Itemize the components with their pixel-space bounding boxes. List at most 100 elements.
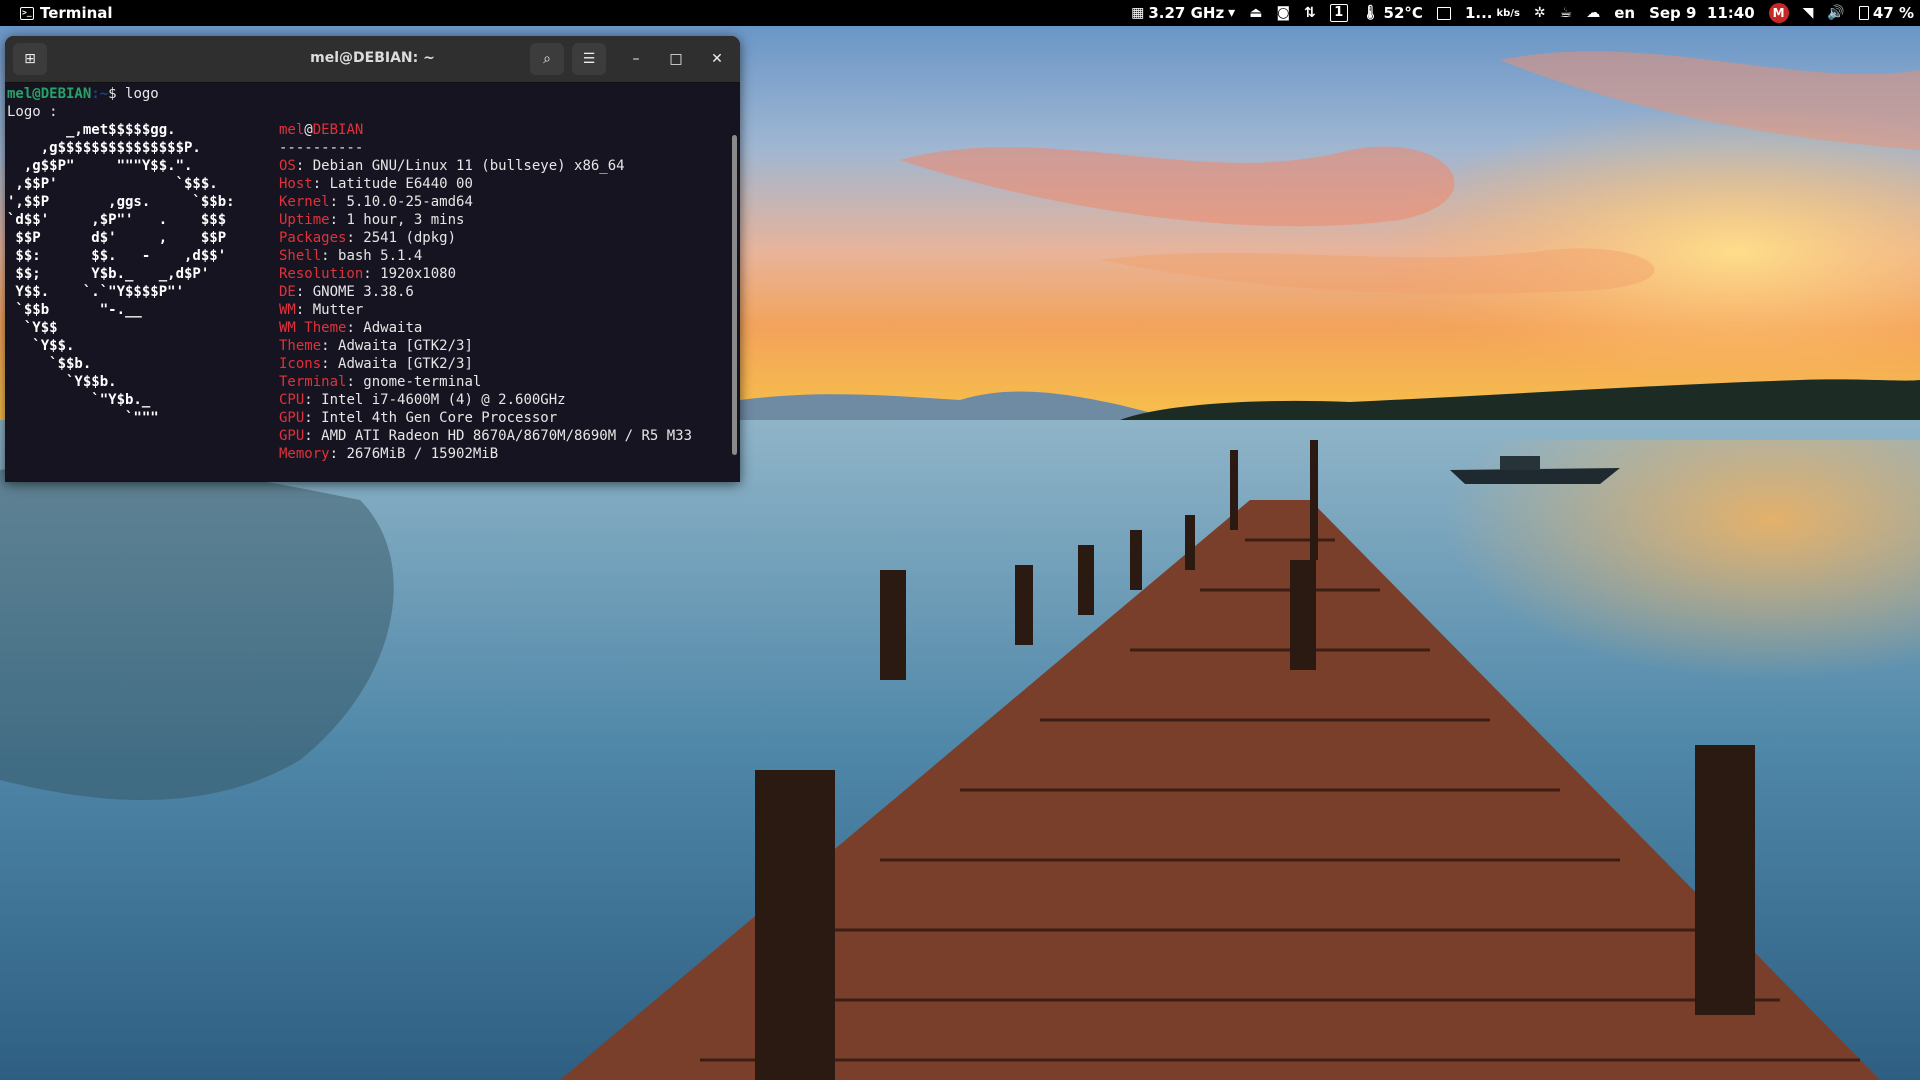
keyboard-layout-indicator[interactable]: en xyxy=(1614,4,1635,22)
menu-button[interactable]: ☰ xyxy=(572,43,606,75)
cpu-freq-indicator[interactable]: ▦ 3.27 GHz ▾ xyxy=(1131,4,1235,22)
info-value: GNOME 3.38.6 xyxy=(312,284,414,300)
ascii-line: ,g$$P" """Y$$.". xyxy=(7,158,193,174)
info-value: 5.10.0-25-amd64 xyxy=(346,194,473,210)
extension-icon[interactable]: ✲ xyxy=(1534,6,1546,20)
ascii-line: `"Y$b._ xyxy=(7,392,151,408)
info-value: 1920x1080 xyxy=(380,266,457,282)
info-key: Shell xyxy=(279,248,322,264)
mail-notification-icon[interactable]: M xyxy=(1768,3,1789,23)
network-transfer-icon[interactable]: ⇅ xyxy=(1304,6,1316,20)
info-row: GPU: AMD ATI Radeon HD 8670A/8670M/8690M… xyxy=(279,428,693,444)
ascii-line: `Y$$b. xyxy=(7,374,117,390)
info-row: OS: Debian GNU/Linux 11 (bullseye) x86_6… xyxy=(279,158,625,174)
ascii-line: `""" xyxy=(7,410,159,426)
battery-indicator[interactable]: 47 % xyxy=(1858,4,1914,22)
close-button[interactable]: ✕ xyxy=(705,48,729,70)
info-row: WM Theme: Adwaita xyxy=(279,320,423,336)
info-value: Adwaita [GTK2/3] xyxy=(338,338,473,354)
info-row: CPU: Intel i7-4600M (4) @ 2.600GHz xyxy=(279,392,566,408)
coffee-icon[interactable]: ☕ xyxy=(1560,6,1573,20)
cpu-freq-label: 3.27 GHz xyxy=(1148,4,1225,22)
info-value: AMD ATI Radeon HD 8670A/8670M/8690M / R5… xyxy=(321,428,693,444)
info-row: Kernel: 5.10.0-25-amd64 xyxy=(279,194,473,210)
eject-icon[interactable]: ⏏ xyxy=(1249,6,1262,20)
info-value: gnome-terminal xyxy=(363,374,482,390)
info-key: Theme xyxy=(279,338,322,354)
minimize-icon: – xyxy=(632,51,640,67)
status-area: ▦ 3.27 GHz ▾ ⏏ ◙ ⇅ 1 🌡 52°C 1... kb/s ✲ … xyxy=(1131,3,1914,23)
prompt-path: :~ xyxy=(91,86,109,102)
info-key: DE xyxy=(279,284,296,300)
info-row: Shell: bash 5.1.4 xyxy=(279,248,423,264)
scrollbar[interactable] xyxy=(732,135,737,455)
info-value: bash 5.1.4 xyxy=(338,248,423,264)
info-value: 2676MiB / 15902MiB xyxy=(346,446,499,462)
search-icon: ⌕ xyxy=(543,51,551,67)
terminal-app-icon: >_ xyxy=(20,6,34,20)
info-row: GPU: Intel 4th Gen Core Processor xyxy=(279,410,558,426)
new-tab-icon: ⊞ xyxy=(24,51,36,67)
info-value: Adwaita xyxy=(363,320,423,336)
terminal-titlebar[interactable]: ⊞ mel@DEBIAN: ~ ⌕ ☰ – □ ✕ xyxy=(5,36,740,83)
chevron-down-icon: ▾ xyxy=(1228,5,1236,21)
workspace-indicator[interactable]: 1 xyxy=(1329,4,1348,22)
app-menu[interactable]: >_ Terminal xyxy=(20,4,113,22)
terminal-content[interactable]: mel@DEBIAN:~$ logo Logo : _,met$$$$$gg. … xyxy=(5,83,740,482)
search-button[interactable]: ⌕ xyxy=(530,43,564,75)
ascii-line: $$; Y$b._ _,d$P' xyxy=(7,266,210,282)
prompt-line: mel@DEBIAN:~$ logo xyxy=(7,85,740,103)
info-key: GPU xyxy=(279,428,305,444)
hamburger-menu-icon: ☰ xyxy=(582,51,596,67)
info-key: Packages xyxy=(279,230,347,246)
prompt-user: mel@DEBIAN xyxy=(7,86,92,102)
ascii-line: ,$$P' `$$$. xyxy=(7,176,218,192)
info-row: Theme: Adwaita [GTK2/3] xyxy=(279,338,473,354)
debian-ascii-logo: _,met$$$$$gg. ,g$$$$$$$$$$$$$$$P. ,g$$P"… xyxy=(7,121,235,427)
maximize-button[interactable]: □ xyxy=(664,48,688,70)
clock[interactable]: Sep 9 11:40 xyxy=(1649,4,1755,22)
minimize-button[interactable]: – xyxy=(624,48,648,70)
ascii-line: Y$$. `.`"Y$$$$P"' xyxy=(7,284,185,300)
net-speed-indicator[interactable]: 1... kb/s xyxy=(1465,4,1520,22)
info-row: Memory: 2676MiB / 15902MiB xyxy=(279,446,499,462)
header-host: DEBIAN xyxy=(312,122,364,138)
ascii-line: `d$$' ,$P"' . $$$ xyxy=(7,212,227,228)
temperature-indicator[interactable]: 🌡 52°C xyxy=(1362,4,1423,22)
info-key: WM xyxy=(279,302,296,318)
info-value: Intel 4th Gen Core Processor xyxy=(321,410,558,426)
ascii-line: _,met$$$$$gg. xyxy=(7,122,176,138)
ascii-line: `$$b. xyxy=(7,356,92,372)
new-tab-button[interactable]: ⊞ xyxy=(13,43,47,75)
ascii-line: ,g$$$$$$$$$$$$$$$P. xyxy=(7,140,201,156)
ascii-line: ',$$P ,ggs. `$$b: xyxy=(7,194,235,210)
info-key: Terminal xyxy=(279,374,347,390)
info-key: WM Theme xyxy=(279,320,347,336)
info-key: CPU xyxy=(279,392,305,408)
app-menu-label: Terminal xyxy=(40,4,113,22)
info-value: Adwaita [GTK2/3] xyxy=(338,356,473,372)
camera-icon[interactable]: ◙ xyxy=(1276,6,1290,20)
info-value: Intel i7-4600M (4) @ 2.600GHz xyxy=(321,392,566,408)
info-row: Packages: 2541 (dpkg) xyxy=(279,230,457,246)
volume-icon[interactable]: 🔊 xyxy=(1827,6,1844,20)
wifi-icon[interactable]: ◥ xyxy=(1803,6,1814,20)
output-line: Logo : xyxy=(7,104,58,120)
thermometer-icon: 🌡 xyxy=(1361,5,1380,21)
info-key: Host xyxy=(279,176,313,192)
cpu-icon: ▦ xyxy=(1131,5,1145,21)
prompt-symbol: $ xyxy=(108,86,126,102)
info-row: Terminal: gnome-terminal xyxy=(279,374,482,390)
weather-cloud-icon[interactable]: ☁ xyxy=(1586,6,1600,20)
clipboard-icon[interactable] xyxy=(1436,6,1451,20)
battery-label: 47 % xyxy=(1872,4,1914,22)
info-key: Uptime xyxy=(279,212,330,228)
info-key: OS xyxy=(279,158,296,174)
info-row: Uptime: 1 hour, 3 mins xyxy=(279,212,465,228)
ascii-line: `Y$$. xyxy=(7,338,75,354)
net-speed-unit: kb/s xyxy=(1496,7,1520,19)
info-separator: ---------- xyxy=(279,140,364,156)
info-row: WM: Mutter xyxy=(279,302,364,318)
info-key: Kernel xyxy=(279,194,330,210)
terminal-window[interactable]: ⊞ mel@DEBIAN: ~ ⌕ ☰ – □ ✕ mel@DEBIAN:~$ … xyxy=(5,36,740,482)
